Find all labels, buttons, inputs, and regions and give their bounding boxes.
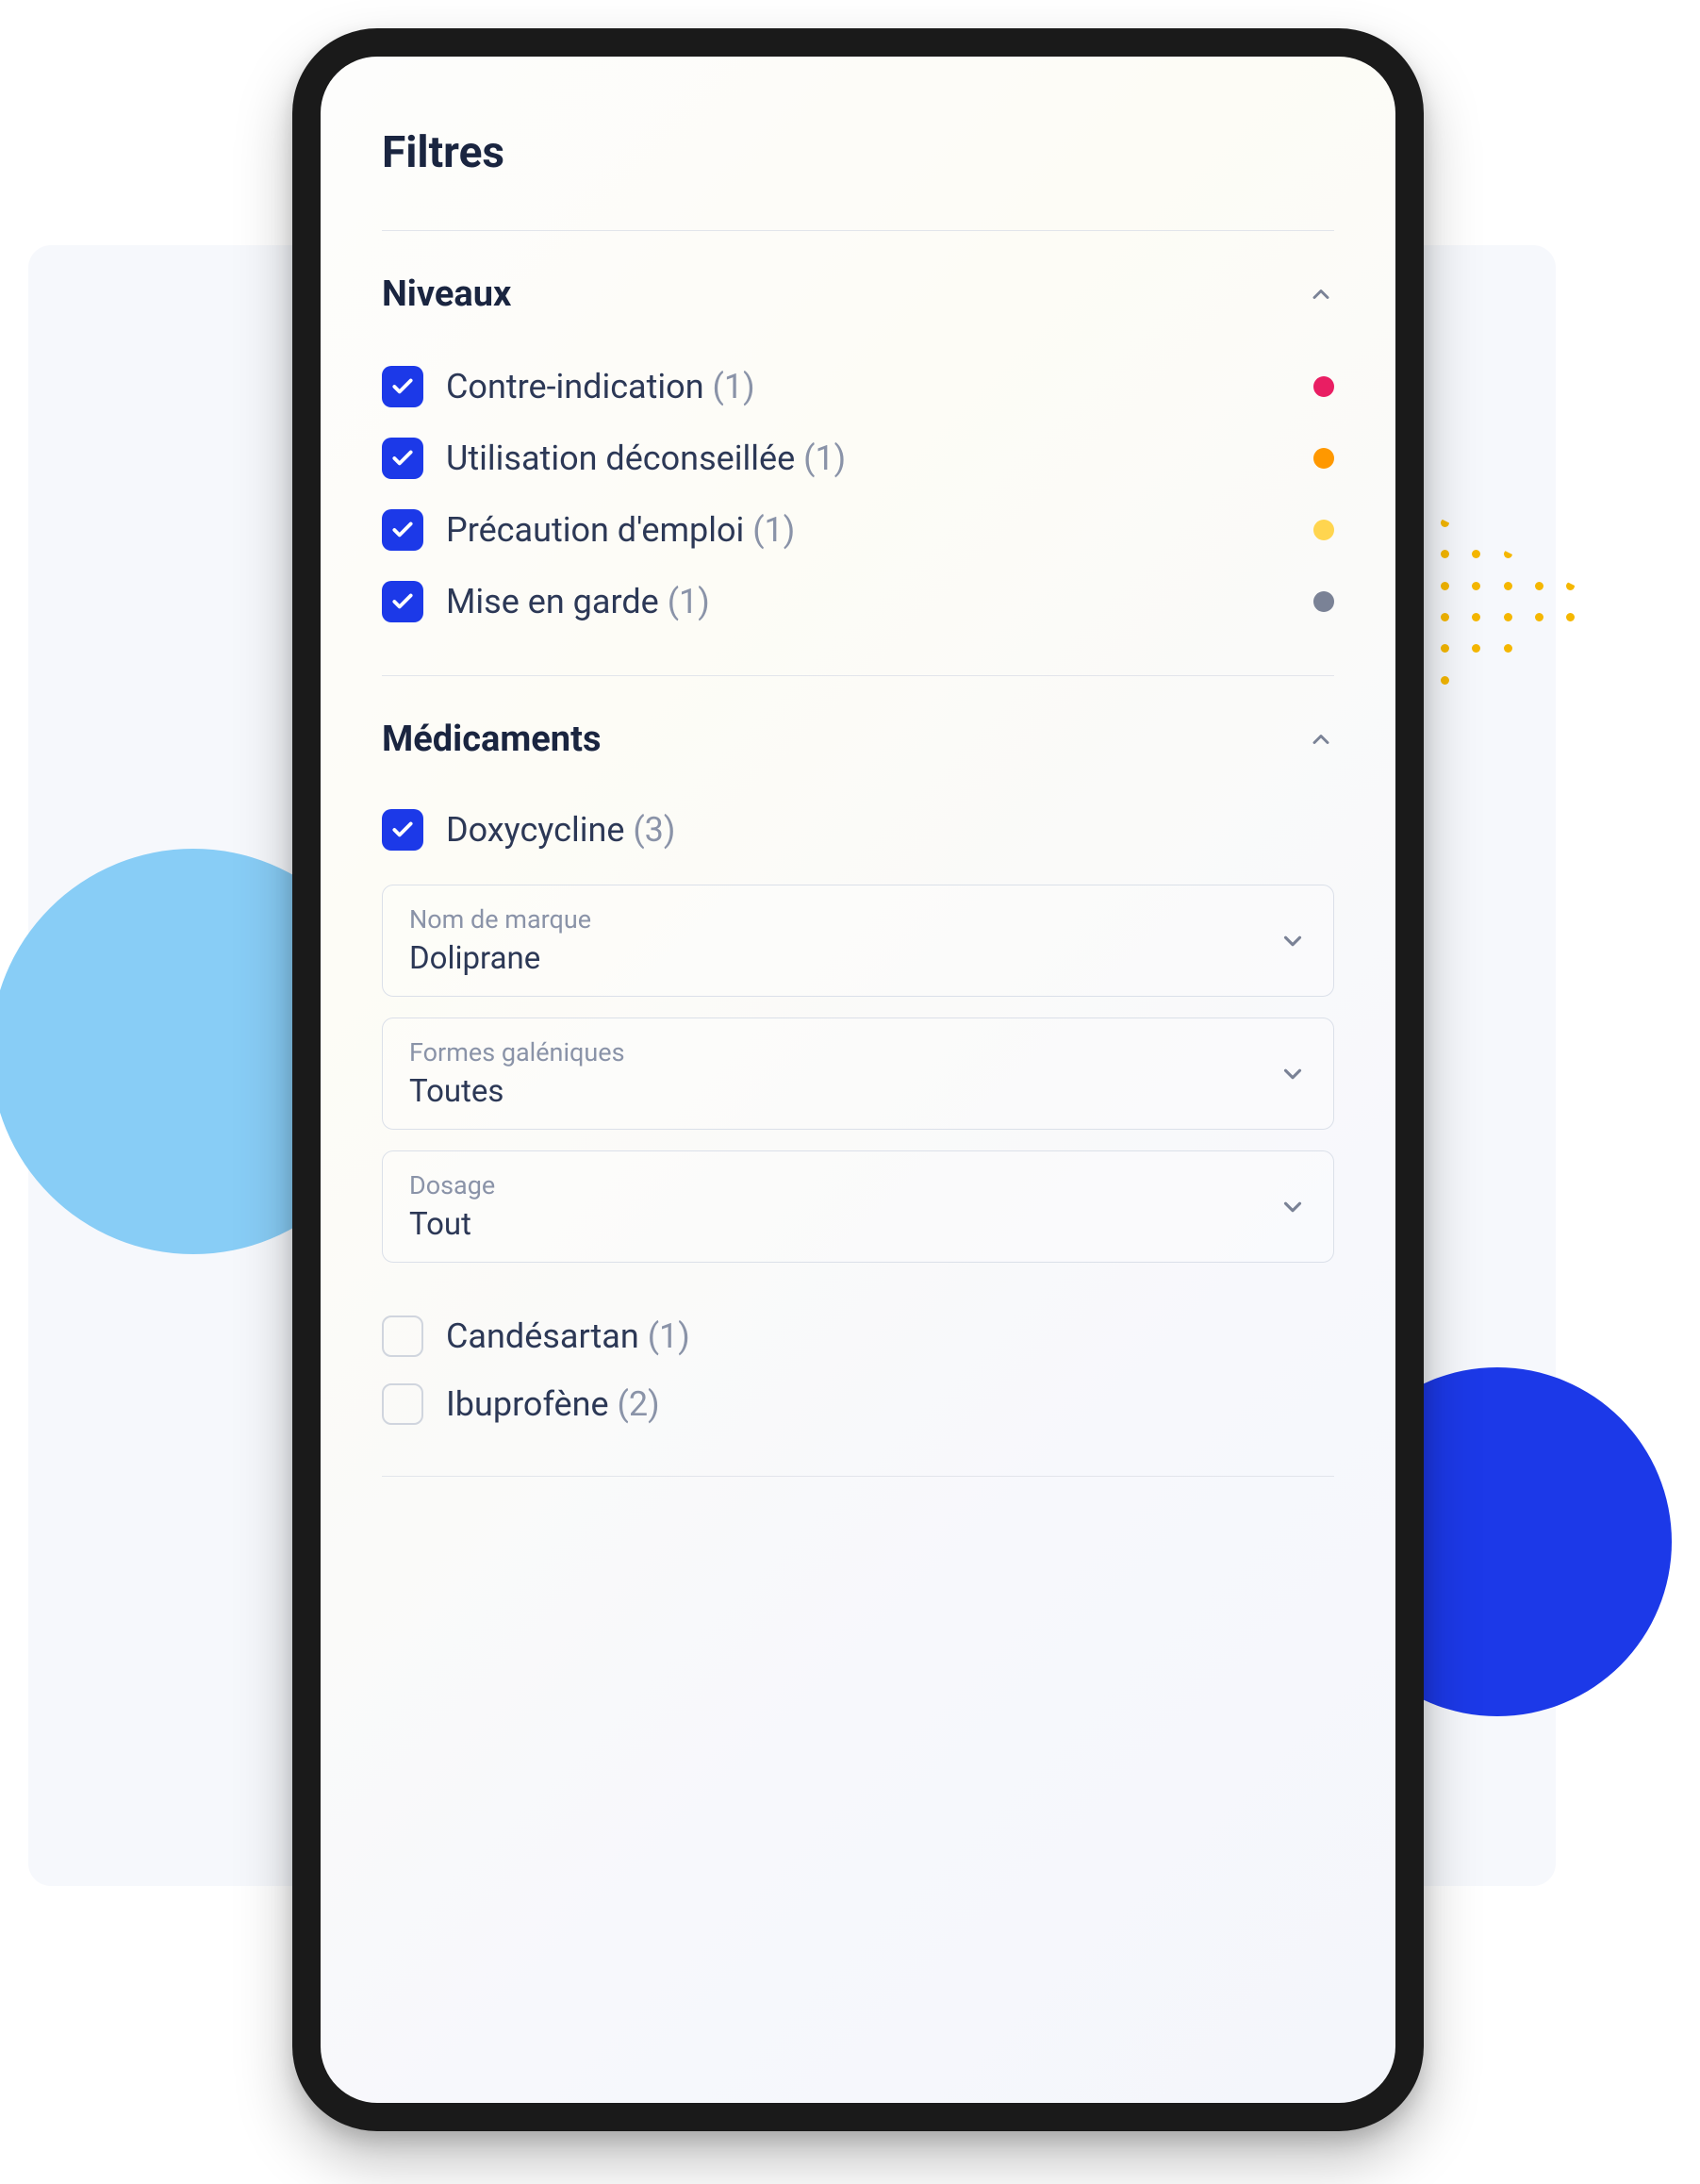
select-label: Nom de marque [409, 904, 591, 935]
select-value: Tout [409, 1206, 495, 1243]
status-dot-grey [1313, 591, 1334, 612]
check-icon [390, 374, 415, 399]
filter-row-contre-indication[interactable]: Contre-indication (1) [382, 351, 1334, 422]
check-icon [390, 589, 415, 614]
divider [382, 1476, 1334, 1477]
phone-frame: Filtres Niveaux Contre-indication (1) [292, 28, 1424, 2131]
status-dot-yellow [1313, 520, 1334, 540]
section-medications: Médicaments Doxycycline (3) Nom de marqu… [382, 676, 1334, 1476]
phone-screen: Filtres Niveaux Contre-indication (1) [321, 57, 1395, 2103]
check-icon [390, 818, 415, 842]
checkbox-mise-en-garde[interactable] [382, 581, 423, 622]
status-dot-orange [1313, 448, 1334, 469]
section-title-levels: Niveaux [382, 273, 511, 315]
check-icon [390, 518, 415, 542]
section-levels: Niveaux Contre-indication (1) [382, 231, 1334, 675]
medication-ibuprofene[interactable]: Ibuprofène (2) [382, 1370, 1334, 1438]
select-value: Toutes [409, 1073, 625, 1110]
chevron-up-icon [1308, 726, 1334, 753]
select-dosage[interactable]: Dosage Tout [382, 1150, 1334, 1263]
medication-doxycycline[interactable]: Doxycycline (3) [382, 796, 1334, 864]
medication-label: Doxycycline (3) [446, 810, 1334, 850]
checkbox-precaution-emploi[interactable] [382, 509, 423, 551]
filter-row-utilisation-deconseillee[interactable]: Utilisation déconseillée (1) [382, 422, 1334, 494]
checkbox-contre-indication[interactable] [382, 366, 423, 407]
section-title-medications: Médicaments [382, 719, 602, 760]
status-dot-pink [1313, 376, 1334, 397]
filter-row-precaution-emploi[interactable]: Précaution d'emploi (1) [382, 494, 1334, 566]
chevron-down-icon [1279, 1193, 1307, 1221]
chevron-up-icon [1308, 281, 1334, 307]
checkbox-utilisation-deconseillee[interactable] [382, 438, 423, 479]
panel-title: Filtres [382, 127, 1334, 178]
section-header-levels[interactable]: Niveaux [382, 273, 1334, 315]
section-header-medications[interactable]: Médicaments [382, 719, 1334, 760]
medication-label: Ibuprofène (2) [446, 1384, 1334, 1424]
select-value: Doliprane [409, 940, 591, 977]
check-icon [390, 446, 415, 471]
select-label: Dosage [409, 1170, 495, 1200]
filter-label: Mise en garde (1) [446, 582, 1291, 621]
select-galenic-forms[interactable]: Formes galéniques Toutes [382, 1018, 1334, 1130]
checkbox-doxycycline[interactable] [382, 809, 423, 851]
chevron-down-icon [1279, 927, 1307, 955]
chevron-down-icon [1279, 1060, 1307, 1088]
checkbox-ibuprofene[interactable] [382, 1383, 423, 1425]
medication-candesartan[interactable]: Candésartan (1) [382, 1302, 1334, 1370]
filter-row-mise-en-garde[interactable]: Mise en garde (1) [382, 566, 1334, 637]
checkbox-candesartan[interactable] [382, 1315, 423, 1357]
filter-label: Précaution d'emploi (1) [446, 510, 1291, 550]
select-label: Formes galéniques [409, 1037, 625, 1067]
filter-label: Contre-indication (1) [446, 367, 1291, 406]
medication-label: Candésartan (1) [446, 1316, 1334, 1356]
select-brand-name[interactable]: Nom de marque Doliprane [382, 885, 1334, 997]
filter-label: Utilisation déconseillée (1) [446, 438, 1291, 478]
